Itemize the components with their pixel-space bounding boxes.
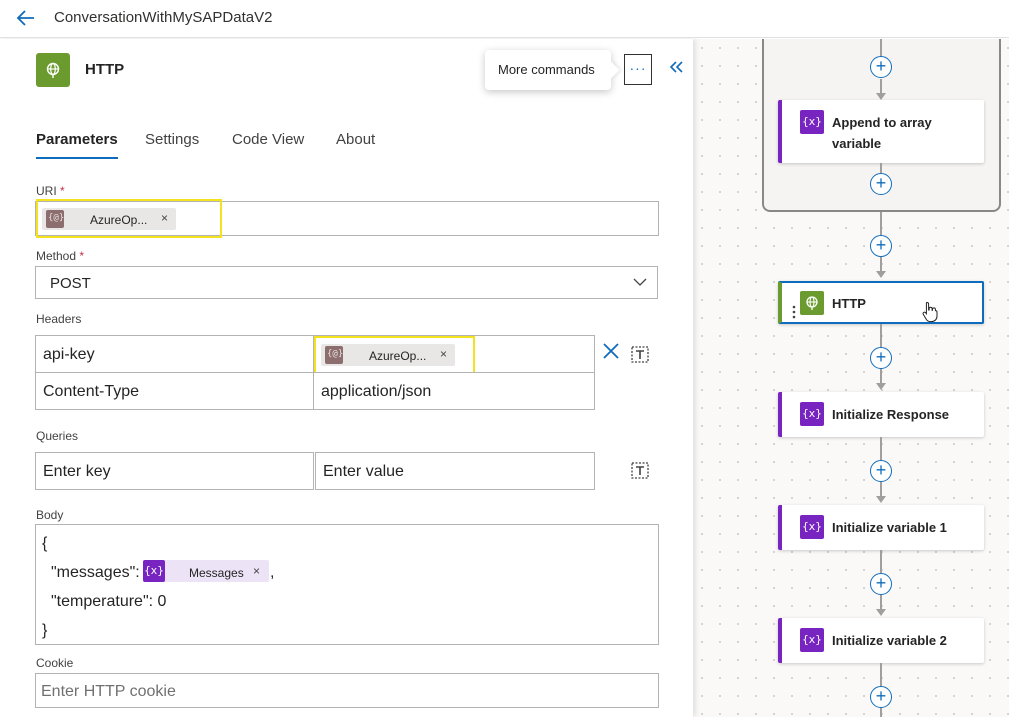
add-action-button[interactable]: +: [870, 56, 892, 78]
variable-icon: {x}: [800, 515, 824, 539]
connector-line: [880, 212, 882, 235]
cookie-input[interactable]: Enter HTTP cookie: [35, 673, 659, 708]
query-value-placeholder: Enter value: [323, 463, 404, 480]
http-action-icon: [36, 53, 70, 87]
cookie-label: Cookie: [36, 656, 74, 670]
header-key-cell[interactable]: api-key: [35, 335, 314, 373]
card-initialize-variable-1[interactable]: {x} Initialize variable 1: [778, 505, 984, 550]
variable-icon: {x}: [800, 628, 824, 652]
switch-to-text-mode-icon[interactable]: [630, 459, 652, 481]
body-line: "messages":: [51, 564, 140, 581]
uri-label: URI *: [36, 184, 65, 198]
cookie-placeholder: Enter HTTP cookie: [41, 683, 176, 700]
variable-icon: {x}: [800, 402, 824, 426]
query-key-placeholder: Enter key: [43, 463, 111, 480]
connector-line: [880, 324, 882, 347]
query-value-input[interactable]: Enter value: [315, 452, 595, 490]
card-label: Initialize Response: [832, 407, 950, 422]
action-title: HTTP: [85, 61, 125, 78]
more-commands-tooltip: More commands: [485, 50, 611, 90]
arrow-icon: [876, 271, 886, 278]
method-label: Method *: [36, 249, 85, 263]
designer-canvas[interactable]: + {x} Append to array variable + + HTTP …: [693, 39, 1009, 717]
card-label: Initialize variable 2: [832, 633, 947, 648]
add-action-button[interactable]: +: [870, 173, 892, 195]
query-key-input[interactable]: Enter key: [35, 452, 314, 490]
close-icon[interactable]: [600, 340, 622, 362]
body-comma: ,: [270, 564, 275, 581]
drag-handle-icon[interactable]: [792, 305, 796, 319]
method-value: POST: [50, 275, 91, 292]
arrow-icon: [876, 383, 886, 390]
highlight-box: [36, 199, 222, 238]
connector-line: [880, 257, 882, 271]
flow-title: ConversationWithMySAPDataV2: [54, 9, 273, 26]
arrow-icon: [876, 93, 886, 100]
connector-line: [880, 708, 882, 717]
header-key-cell[interactable]: Content-Type: [35, 372, 314, 410]
card-label: HTTP: [832, 296, 866, 311]
body-line: }: [42, 622, 48, 639]
action-details-panel: HTTP More commands ··· Parameters Settin…: [0, 39, 693, 717]
messages-token-label: Messages: [189, 566, 244, 580]
connector-line: [880, 595, 882, 609]
top-bar: ConversationWithMySAPDataV2: [0, 0, 1009, 38]
card-initialize-variable-2[interactable]: {x} Initialize variable 2: [778, 618, 984, 663]
arrow-icon: [876, 496, 886, 503]
switch-to-text-mode-icon[interactable]: [630, 343, 652, 365]
header-value-cell[interactable]: application/json: [313, 372, 595, 410]
add-action-button[interactable]: +: [870, 686, 892, 708]
chevron-down-icon: [633, 278, 647, 286]
tab-settings[interactable]: Settings: [145, 131, 199, 148]
header-value-text: application/json: [321, 383, 432, 400]
highlight-box: [314, 336, 475, 375]
card-http[interactable]: HTTP: [778, 281, 984, 324]
connector-line: [880, 663, 882, 686]
card-append-to-array[interactable]: {x} Append to array variable: [778, 100, 984, 163]
body-line: "temperature": 0: [51, 593, 167, 610]
tab-parameters[interactable]: Parameters: [36, 131, 118, 159]
globe-icon: [800, 291, 824, 315]
add-action-button[interactable]: +: [870, 460, 892, 482]
card-label: Append to array variable: [832, 115, 932, 151]
method-select[interactable]: POST: [35, 266, 658, 299]
collapse-panel-icon[interactable]: [667, 58, 685, 76]
queries-label: Queries: [36, 429, 79, 443]
remove-token-icon[interactable]: ×: [253, 564, 260, 578]
connector-line: [880, 437, 882, 460]
globe-icon: [46, 62, 60, 78]
body-label: Body: [36, 508, 64, 522]
connector-line: [880, 163, 882, 173]
connector-line: [880, 482, 882, 496]
body-line: {: [42, 535, 48, 552]
tab-code-view[interactable]: Code View: [232, 131, 304, 148]
variable-icon: {x}: [800, 110, 824, 134]
header-key-text: Content-Type: [43, 383, 140, 400]
connector-line: [880, 79, 882, 93]
tab-about[interactable]: About: [336, 131, 375, 148]
hand-cursor-icon: [922, 301, 938, 323]
headers-label: Headers: [36, 312, 82, 326]
body-editor[interactable]: { "messages": {x} Messages × , "temperat…: [35, 524, 659, 645]
connector-line: [880, 369, 882, 383]
card-initialize-response[interactable]: {x} Initialize Response: [778, 392, 984, 437]
connector-line: [880, 550, 882, 573]
variable-icon: {x}: [143, 560, 165, 582]
header-key-text: api-key: [43, 346, 95, 363]
add-action-button[interactable]: +: [870, 235, 892, 257]
add-action-button[interactable]: +: [870, 347, 892, 369]
add-action-button[interactable]: +: [870, 573, 892, 595]
messages-token[interactable]: {x} Messages ×: [143, 560, 269, 582]
back-arrow-icon[interactable]: [14, 6, 38, 30]
card-label: Initialize variable 1: [832, 520, 947, 535]
arrow-icon: [876, 609, 886, 616]
more-commands-button[interactable]: ···: [624, 54, 652, 85]
